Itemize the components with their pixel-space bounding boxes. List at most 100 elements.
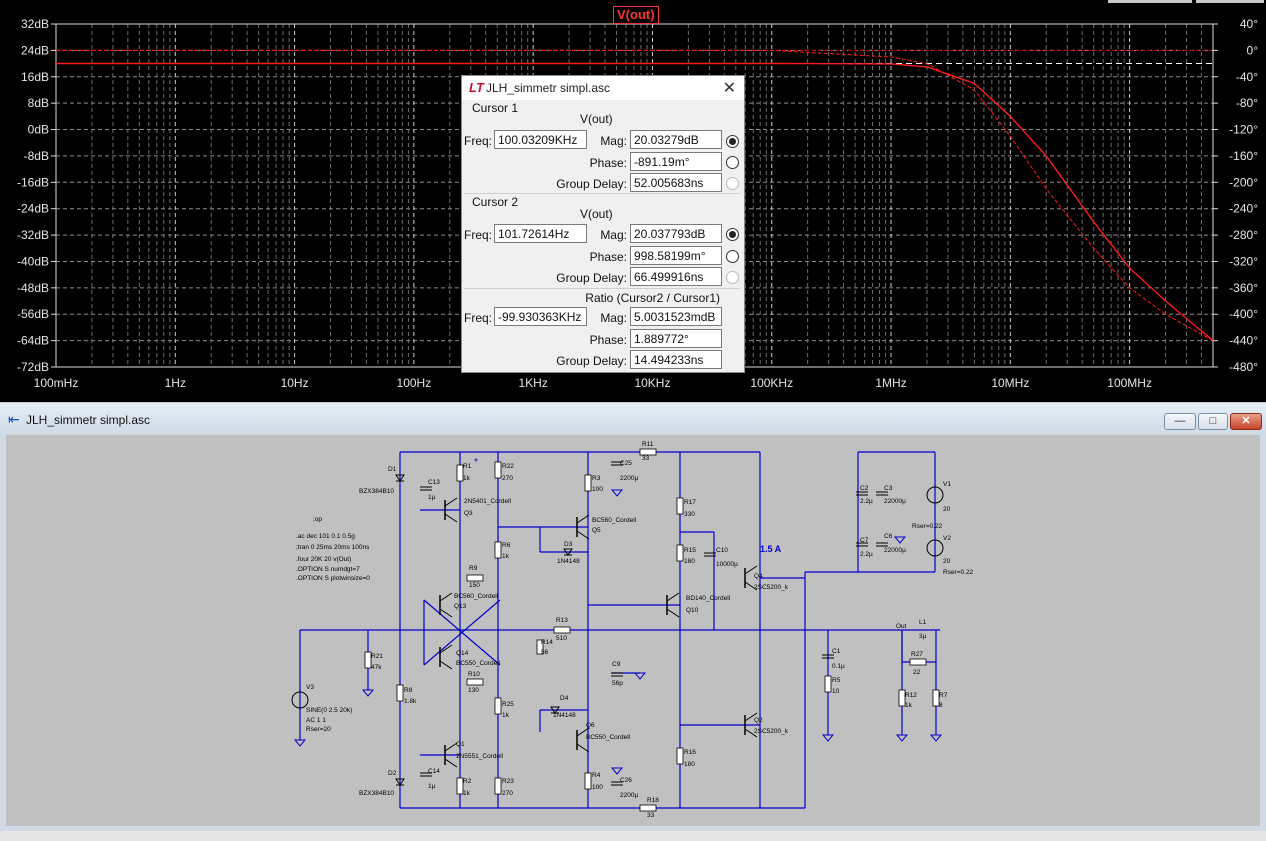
component-label: C10 bbox=[716, 547, 728, 554]
mag-tick-label: -40dB bbox=[17, 254, 49, 268]
component-label: R23 bbox=[502, 778, 514, 785]
maximize-button[interactable]: □ bbox=[1198, 413, 1228, 430]
component-label: L1 bbox=[919, 619, 927, 626]
divider bbox=[464, 288, 740, 289]
component-label: R15 bbox=[684, 547, 696, 554]
cursor2-phase-radio[interactable] bbox=[726, 250, 739, 263]
resistor-symbol[interactable] bbox=[584, 474, 592, 492]
component-label: BZX384B10 bbox=[359, 790, 394, 797]
resistor-symbol[interactable] bbox=[494, 461, 502, 479]
schematic-drawing[interactable]: D1 BZX384B10 D2 BZX384B10 C13 1µ C14 1µ R1 1k R2 1k… bbox=[6, 435, 1260, 826]
cursor1-trace: V(out) bbox=[580, 112, 613, 126]
minimize-button[interactable]: — bbox=[1164, 413, 1196, 430]
ratio-gd-field[interactable]: 14.494233ns bbox=[630, 350, 722, 369]
transistor-symbol bbox=[444, 513, 458, 523]
component-label: SINE(0 2.5 20k) bbox=[306, 707, 352, 714]
component-label: 130 bbox=[468, 687, 479, 694]
phase-tick-label: -200° bbox=[1229, 175, 1258, 189]
resistor-symbol[interactable] bbox=[466, 574, 484, 582]
schematic-canvas[interactable]: D1 BZX384B10 D2 BZX384B10 C13 1µ C14 1µ R1 1k R2 1k… bbox=[6, 435, 1260, 826]
phase-tick-label: -280° bbox=[1229, 228, 1258, 242]
component-label: 1k bbox=[463, 475, 471, 482]
spice-directive: .ac dec 101 0.1 0.5g bbox=[296, 533, 355, 540]
schematic-window[interactable]: ⇤ JLH_simmetr simpl.asc — □ ✕ D1 BZX384B1… bbox=[0, 403, 1266, 841]
resistor-symbol[interactable] bbox=[494, 541, 502, 559]
status-strip bbox=[0, 831, 1266, 841]
resistor-symbol[interactable] bbox=[494, 697, 502, 715]
resistor-symbol[interactable] bbox=[676, 747, 684, 765]
component-label: V2 bbox=[943, 535, 951, 542]
resistor-symbol[interactable] bbox=[824, 675, 832, 693]
cursor1-gd-field[interactable]: 52.005683ns bbox=[630, 173, 722, 192]
star-marker: * bbox=[474, 457, 478, 468]
component-label: R22 bbox=[502, 463, 514, 470]
spice-directive: ;tran 0 25ms 20ms 100ns bbox=[296, 544, 370, 551]
cursor1-mag-radio[interactable] bbox=[726, 135, 739, 148]
mag-tick-label: 16dB bbox=[21, 70, 49, 84]
close-icon[interactable]: ✕ bbox=[723, 78, 736, 98]
component-label: 2SC5200_k bbox=[754, 584, 789, 591]
cursor1-freq-field[interactable]: 100.03209KHz bbox=[494, 130, 587, 149]
resistor-symbol[interactable] bbox=[639, 804, 657, 812]
close-button[interactable]: ✕ bbox=[1230, 413, 1262, 430]
cursor1-mag-field[interactable]: 20.03279dB bbox=[630, 130, 722, 149]
schematic-titlebar[interactable]: ⇤ JLH_simmetr simpl.asc — □ ✕ bbox=[0, 403, 1266, 433]
transistor-symbol bbox=[444, 758, 458, 768]
resistor-symbol[interactable] bbox=[676, 497, 684, 515]
transistor-symbol bbox=[576, 514, 590, 524]
resistor-symbol[interactable] bbox=[584, 772, 592, 790]
component-label: R17 bbox=[684, 499, 696, 506]
cursor1-phase-field[interactable]: -891.19m° bbox=[630, 152, 722, 171]
component-label: 10000µ bbox=[716, 561, 738, 568]
cursor1-phase-radio[interactable] bbox=[726, 156, 739, 169]
cursor1-gd-radio[interactable] bbox=[726, 177, 739, 190]
cursor-dialog[interactable]: LT JLH_simmetr simpl.asc ✕ Cursor 1 V(ou… bbox=[461, 75, 745, 373]
net-label-out: Out bbox=[896, 623, 907, 630]
ground-symbol bbox=[821, 734, 835, 742]
component-label: 0.1µ bbox=[832, 663, 845, 670]
ratio-mag-field[interactable]: 5.0031523mdB bbox=[630, 307, 722, 326]
mag-tick-label: 24dB bbox=[21, 43, 49, 57]
freq-tick-label: 100Hz bbox=[397, 376, 432, 390]
ratio-phase-field[interactable]: 1.889772° bbox=[630, 329, 722, 348]
resistor-symbol[interactable] bbox=[676, 544, 684, 562]
component-label: 180 bbox=[684, 558, 695, 565]
current-annotation: 1.5 A bbox=[760, 544, 782, 554]
cursor2-mag-field[interactable]: 20.037793dB bbox=[630, 224, 722, 243]
cursor2-gd-field[interactable]: 66.499916ns bbox=[630, 267, 722, 286]
freq-tick-label: 1Hz bbox=[165, 376, 186, 390]
dialog-title: JLH_simmetr simpl.asc bbox=[486, 81, 611, 95]
component-label: 22 bbox=[913, 669, 921, 676]
resistor-symbol[interactable] bbox=[396, 684, 404, 702]
component-label: R8 bbox=[404, 687, 413, 694]
component-label: 100 bbox=[592, 486, 603, 493]
ratio-freq-field[interactable]: -99.930363KHz bbox=[494, 307, 587, 326]
component-label: 100 bbox=[592, 784, 603, 791]
cursor2-freq-field[interactable]: 101.72614Hz bbox=[494, 224, 587, 243]
cursor2-phase-field[interactable]: 998.58199m° bbox=[630, 246, 722, 265]
phase-tick-label: -240° bbox=[1229, 202, 1258, 216]
component-label: 20 bbox=[943, 558, 951, 565]
dialog-titlebar[interactable]: LT JLH_simmetr simpl.asc ✕ bbox=[462, 76, 744, 100]
resistor-symbol[interactable] bbox=[909, 658, 927, 666]
resistor-symbol[interactable] bbox=[553, 626, 571, 634]
ground-symbol bbox=[361, 689, 375, 697]
component-label: D2 bbox=[388, 770, 397, 777]
freq-tick-label: 100KHz bbox=[750, 376, 793, 390]
trace-title[interactable]: V(out) bbox=[613, 6, 659, 24]
cursor2-gd-radio[interactable] bbox=[726, 271, 739, 284]
cursor1-gd-label: Group Delay: bbox=[556, 177, 627, 191]
phase-tick-label: -400° bbox=[1229, 307, 1258, 321]
component-label: R13 bbox=[556, 617, 568, 624]
resistor-symbol[interactable] bbox=[466, 678, 484, 686]
resistor-symbol[interactable] bbox=[494, 777, 502, 795]
mag-tick-label: 32dB bbox=[21, 17, 49, 31]
component-label: Rser=0.22 bbox=[912, 523, 943, 530]
mag-tick-label: 8dB bbox=[28, 96, 49, 110]
component-label: R14 bbox=[541, 639, 553, 646]
component-label: BC550_Cordell bbox=[456, 660, 501, 667]
cursor2-mag-radio[interactable] bbox=[726, 228, 739, 241]
cursor2-mag-label: Mag: bbox=[600, 228, 627, 242]
component-label: C7 bbox=[860, 537, 869, 544]
transistor-symbol bbox=[444, 497, 458, 507]
